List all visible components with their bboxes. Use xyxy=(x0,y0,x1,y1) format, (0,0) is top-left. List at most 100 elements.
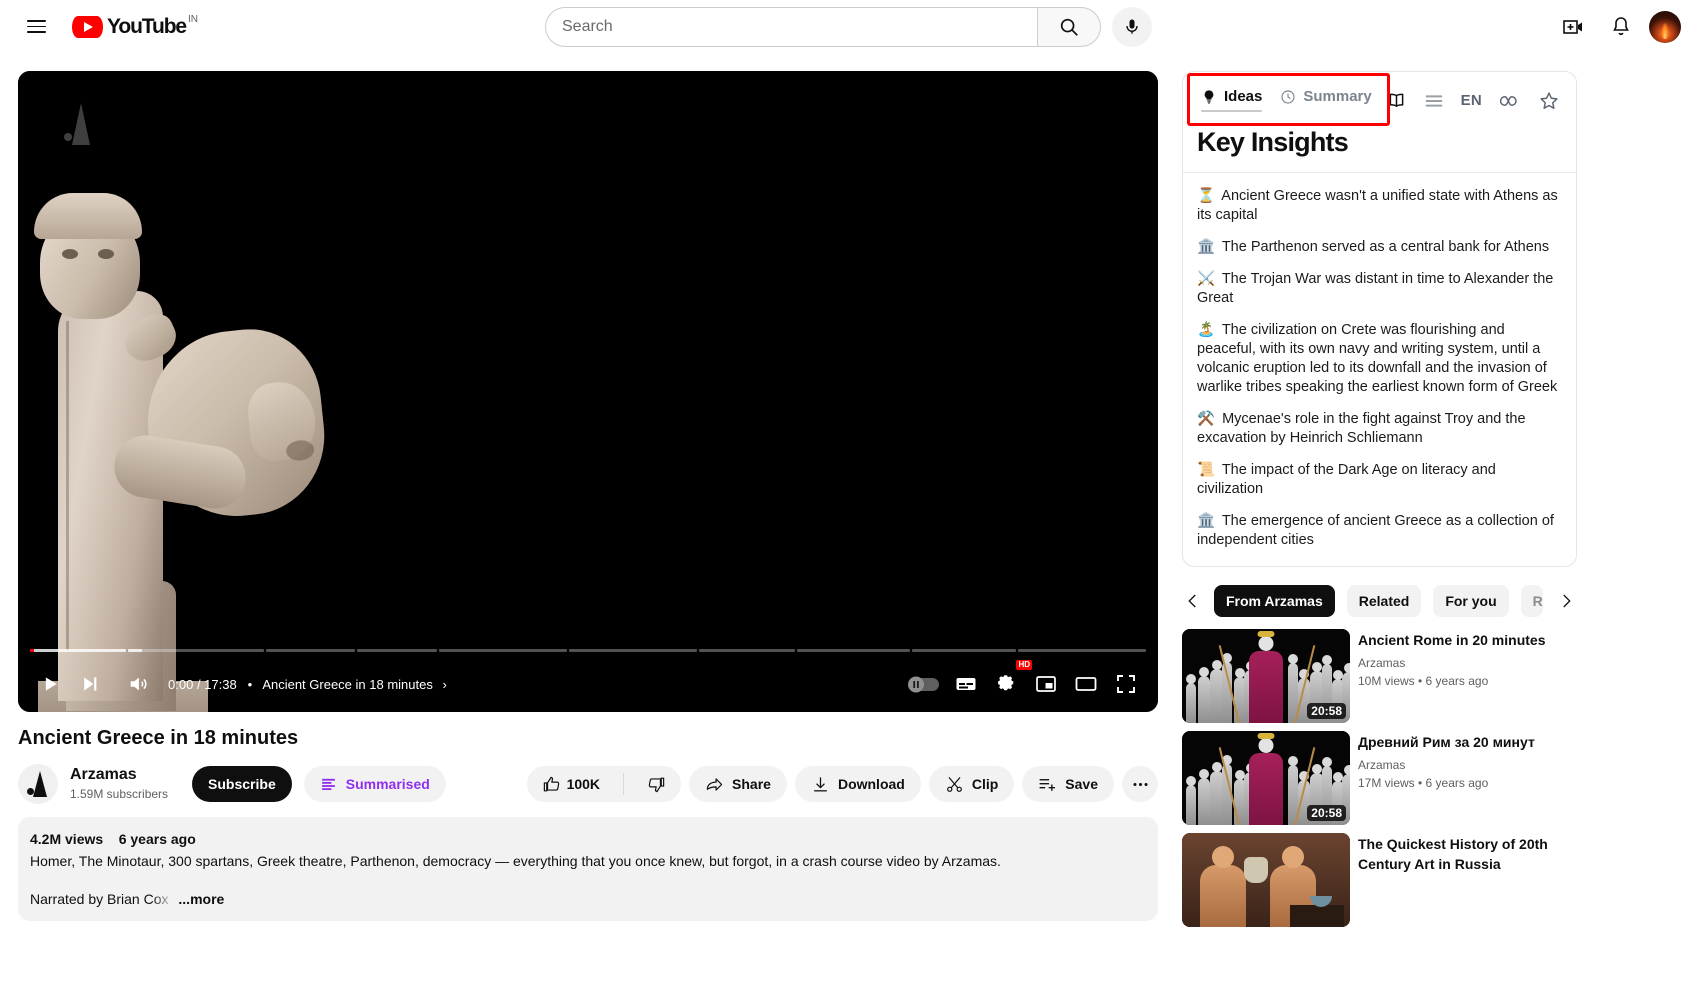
player-video-label[interactable]: Ancient Greece in 18 minutes xyxy=(262,677,433,692)
figure-head xyxy=(1212,762,1222,772)
bell-icon xyxy=(1609,15,1633,39)
chapter-segment[interactable] xyxy=(569,649,697,652)
search-input[interactable] xyxy=(562,18,1021,36)
video-meta-row: Arzamas 1.59M subscribers Subscribe Summ… xyxy=(18,764,1158,804)
summarised-button[interactable]: Summarised xyxy=(304,766,446,802)
secondary-column: Ideas Summary xyxy=(1182,71,1577,992)
more-actions-button[interactable] xyxy=(1122,766,1158,802)
suggested-video-text: The Quickest History of 20th Century Art… xyxy=(1358,833,1577,927)
insight-text: The civilization on Crete was flourishin… xyxy=(1197,322,1557,395)
list-lines-icon[interactable] xyxy=(1423,90,1445,112)
figure-head xyxy=(1212,660,1222,670)
time-and-title: 0:00 / 17:38 • Ancient Greece in 18 minu… xyxy=(168,677,447,692)
save-button[interactable]: Save xyxy=(1022,766,1114,802)
avatar[interactable] xyxy=(1649,11,1681,43)
search-button[interactable] xyxy=(1037,7,1101,47)
view-count: 4.2M views xyxy=(30,831,103,847)
chapter-segment[interactable] xyxy=(357,649,437,652)
download-button[interactable]: Download xyxy=(795,766,921,802)
video-player[interactable]: 0:00 / 17:38 • Ancient Greece in 18 minu… xyxy=(18,71,1158,712)
dislike-button[interactable] xyxy=(632,766,681,802)
notifications-button[interactable] xyxy=(1601,7,1641,47)
chip-from-arzamas[interactable]: From Arzamas xyxy=(1214,585,1335,617)
theater-button[interactable] xyxy=(1066,664,1106,704)
chapter-segment[interactable] xyxy=(797,649,909,652)
book-icon[interactable] xyxy=(1386,90,1407,111)
voice-search-button[interactable] xyxy=(1112,7,1152,47)
volume-button[interactable] xyxy=(118,664,158,704)
chip-r[interactable]: R xyxy=(1521,585,1543,617)
channel-name[interactable]: Arzamas xyxy=(70,765,168,785)
fullscreen-button[interactable] xyxy=(1106,664,1146,704)
chip-related[interactable]: Related xyxy=(1347,585,1422,617)
channel-avatar[interactable] xyxy=(18,764,58,804)
suggested-video-channel[interactable]: Arzamas xyxy=(1358,654,1545,672)
video-description[interactable]: 4.2M views 6 years ago Homer, The Minota… xyxy=(18,817,1158,921)
chapter-segment[interactable] xyxy=(439,649,567,652)
suggested-video-title[interactable]: Древний Рим за 20 минут xyxy=(1358,732,1535,752)
chapter-segment[interactable] xyxy=(912,649,1016,652)
insight-item[interactable]: ⏳ Ancient Greece wasn't a unified state … xyxy=(1197,187,1562,225)
autoplay-toggle[interactable] xyxy=(906,664,946,704)
subscribe-button[interactable]: Subscribe xyxy=(192,766,292,802)
next-video-button[interactable] xyxy=(70,664,110,704)
subtitles-button[interactable] xyxy=(946,664,986,704)
description-more-button[interactable]: ...more xyxy=(178,891,224,907)
like-dislike-group: 100K xyxy=(527,766,681,802)
infinity-icon[interactable] xyxy=(1498,91,1522,111)
insight-item[interactable]: ⚔️ The Trojan War was distant in time to… xyxy=(1197,270,1562,308)
insight-item[interactable]: 📜 The impact of the Dark Age on literacy… xyxy=(1197,461,1562,499)
duration: 17:38 xyxy=(204,677,237,692)
chapter-segment[interactable] xyxy=(699,649,795,652)
insight-item[interactable]: 🏛️ The emergence of ancient Greece as a … xyxy=(1197,512,1562,550)
suggested-video[interactable]: The Quickest History of 20th Century Art… xyxy=(1182,833,1577,927)
insight-item[interactable]: 🏛️ The Parthenon served as a central ban… xyxy=(1197,238,1562,257)
figure-head xyxy=(1312,662,1322,672)
settings-button[interactable]: HD xyxy=(986,664,1026,704)
insight-text: The Parthenon served as a central bank f… xyxy=(1218,239,1549,255)
save-to-playlist-icon xyxy=(1038,775,1057,794)
search-bar[interactable] xyxy=(545,7,1101,47)
progress-bar[interactable] xyxy=(30,648,1146,652)
suggested-video-channel[interactable]: Arzamas xyxy=(1358,756,1535,774)
insight-emoji-icon: 🏝️ xyxy=(1197,322,1215,338)
suggested-video[interactable]: 20:58Древний Рим за 20 минутArzamas17M v… xyxy=(1182,731,1577,825)
chevron-right-icon[interactable]: › xyxy=(442,677,446,692)
share-button[interactable]: Share xyxy=(689,766,787,802)
youtube-logo[interactable]: YouTube IN xyxy=(72,16,198,38)
like-button[interactable]: 100K xyxy=(527,766,615,802)
star-icon[interactable] xyxy=(1538,90,1560,112)
hamburger-menu-icon[interactable] xyxy=(16,7,56,47)
current-time: 0:00 xyxy=(168,677,193,692)
video-thumbnail[interactable]: 20:58 xyxy=(1182,629,1350,723)
tab-summary[interactable]: Summary xyxy=(1280,88,1371,111)
search-box[interactable] xyxy=(545,7,1037,47)
chapter-segment[interactable] xyxy=(266,649,354,652)
clip-button[interactable]: Clip xyxy=(929,766,1014,802)
video-thumbnail[interactable] xyxy=(1182,833,1350,927)
create-video-button[interactable] xyxy=(1553,7,1593,47)
insight-text: Mycenae's role in the fight against Troy… xyxy=(1197,411,1526,446)
scissors-icon xyxy=(945,775,964,794)
chapter-segment[interactable] xyxy=(30,649,126,652)
chips-next-button[interactable] xyxy=(1555,590,1577,612)
video-thumbnail[interactable]: 20:58 xyxy=(1182,731,1350,825)
insight-item[interactable]: 🏝️ The civilization on Crete was flouris… xyxy=(1197,321,1562,397)
chips-prev-button[interactable] xyxy=(1182,590,1204,612)
suggested-video-title[interactable]: Ancient Rome in 20 minutes xyxy=(1358,630,1545,650)
play-button[interactable] xyxy=(30,664,70,704)
insight-item[interactable]: ⚒️ Mycenae's role in the fight against T… xyxy=(1197,410,1562,448)
page-body: 0:00 / 17:38 • Ancient Greece in 18 minu… xyxy=(0,53,1697,992)
download-icon xyxy=(811,775,830,794)
language-selector[interactable]: EN xyxy=(1461,92,1482,109)
miniplayer-button[interactable] xyxy=(1026,664,1066,704)
chapter-segment[interactable] xyxy=(128,649,264,652)
tab-ideas[interactable]: Ideas xyxy=(1201,88,1262,111)
youtube-play-icon xyxy=(72,16,103,38)
chip-for-you[interactable]: For you xyxy=(1433,585,1508,617)
microphone-icon xyxy=(1122,17,1142,37)
suggested-video-title[interactable]: The Quickest History of 20th Century Art… xyxy=(1358,834,1577,874)
chapter-segment[interactable] xyxy=(1018,649,1146,652)
suggested-video[interactable]: 20:58Ancient Rome in 20 minutesArzamas10… xyxy=(1182,629,1577,723)
figure-head xyxy=(1322,757,1332,767)
